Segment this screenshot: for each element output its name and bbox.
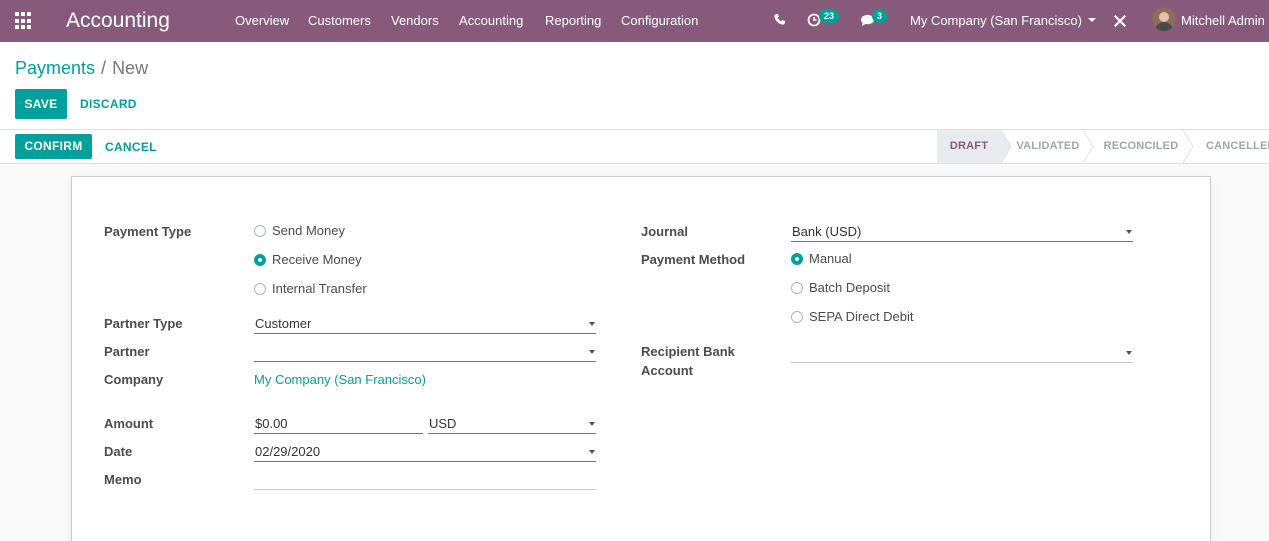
chevron-down-icon	[1126, 230, 1132, 234]
menu-vendors[interactable]: Vendors	[391, 13, 439, 29]
menu-accounting[interactable]: Accounting	[459, 13, 523, 29]
payment-method-batch-radio[interactable]	[791, 282, 803, 294]
payment-method-manual-radio[interactable]	[791, 253, 803, 265]
amount-value: $0.00	[255, 416, 288, 431]
stage-cancelled[interactable]: CANCELLED	[1197, 130, 1269, 163]
journal-value: Bank (USD)	[792, 224, 862, 239]
payment-method-sepa-label[interactable]: SEPA Direct Debit	[809, 307, 914, 326]
breadcrumb: Payments / New	[15, 57, 148, 79]
partner-type-value: Customer	[255, 316, 312, 331]
partner-type-label: Partner Type	[104, 316, 183, 331]
breadcrumb-payments[interactable]: Payments	[15, 58, 95, 78]
confirm-button[interactable]: CONFIRM	[15, 134, 92, 159]
journal-label: Journal	[641, 224, 688, 239]
chevron-down-icon	[589, 450, 595, 454]
menu-customers[interactable]: Customers	[308, 13, 371, 29]
save-button[interactable]: SAVE	[15, 89, 67, 119]
payment-method-manual-label[interactable]: Manual	[809, 249, 852, 268]
date-value: 02/29/2020	[255, 444, 321, 459]
currency-value: USD	[429, 416, 457, 431]
chevron-down-icon	[1087, 18, 1096, 22]
currency-select[interactable]: USD	[428, 414, 596, 434]
payment-type-internal-label[interactable]: Internal Transfer	[272, 279, 367, 298]
amount-input[interactable]: $0.00	[254, 414, 423, 434]
payment-method-sepa-radio[interactable]	[791, 311, 803, 323]
avatar[interactable]	[1152, 7, 1176, 31]
control-panel: Payments / New SAVE DISCARD	[0, 42, 1269, 130]
amount-label: Amount	[104, 416, 154, 431]
journal-select[interactable]: Bank (USD)	[791, 222, 1133, 242]
stage-chevron	[1001, 130, 1012, 163]
discard-button[interactable]: DISCARD	[80, 89, 137, 119]
stage-chevron	[1083, 130, 1094, 163]
stage-chevron	[1183, 130, 1194, 163]
company-label: Company	[104, 372, 164, 387]
payment-type-receive-label[interactable]: Receive Money	[272, 250, 362, 269]
payment-type-internal-radio[interactable]	[254, 283, 266, 295]
payment-type-receive-radio[interactable]	[254, 254, 266, 266]
chevron-down-icon	[589, 422, 595, 426]
stage-validated[interactable]: VALIDATED	[1013, 130, 1083, 163]
chevron-down-icon	[589, 322, 595, 326]
statusbar: CONFIRM CANCEL DRAFT VALIDATED RECONCILE…	[0, 130, 1269, 164]
app-brand[interactable]: Accounting	[66, 8, 170, 34]
apps-menu-icon[interactable]	[15, 12, 33, 30]
payment-type-send-label[interactable]: Send Money	[272, 221, 345, 240]
payment-type-send-radio[interactable]	[254, 225, 266, 237]
activity-count-badge: 23	[819, 9, 840, 23]
company-switcher[interactable]: My Company (San Francisco)	[910, 13, 1096, 29]
debug-tools-icon[interactable]	[1113, 14, 1127, 28]
memo-input[interactable]	[254, 470, 596, 490]
form-sheet: Payment Type Send Money Receive Money In…	[71, 176, 1211, 541]
chevron-down-icon	[1126, 351, 1132, 355]
recipient-bank-label: Recipient Bank	[641, 344, 735, 359]
chevron-down-icon	[589, 350, 595, 354]
recipient-bank-select[interactable]	[791, 343, 1133, 363]
company-switcher-label: My Company (San Francisco)	[910, 13, 1082, 28]
date-label: Date	[104, 444, 133, 459]
cancel-button[interactable]: CANCEL	[105, 132, 157, 162]
date-input[interactable]: 02/29/2020	[254, 442, 596, 462]
menu-reporting[interactable]: Reporting	[545, 13, 601, 29]
breadcrumb-current: New	[112, 58, 149, 78]
payment-method-label: Payment Method	[641, 252, 746, 267]
messages-count-badge: 3	[872, 9, 888, 23]
menu-configuration[interactable]: Configuration	[621, 13, 698, 29]
stage-reconciled[interactable]: RECONCILED	[1095, 130, 1187, 163]
menu-overview[interactable]: Overview	[235, 13, 289, 29]
phone-icon[interactable]	[773, 13, 786, 26]
payment-type-label: Payment Type	[104, 224, 192, 239]
stage-draft[interactable]: DRAFT	[937, 130, 1001, 163]
user-menu[interactable]: Mitchell Admin	[1181, 13, 1265, 29]
breadcrumb-separator: /	[101, 58, 107, 78]
payment-method-batch-label[interactable]: Batch Deposit	[809, 278, 890, 297]
top-navbar: Accounting Overview Customers Vendors Ac…	[0, 0, 1269, 42]
partner-type-select[interactable]: Customer	[254, 314, 596, 334]
partner-label: Partner	[104, 344, 150, 359]
recipient-bank-label-line2: Account	[641, 363, 693, 378]
partner-select[interactable]	[254, 342, 596, 362]
company-link[interactable]: My Company (San Francisco)	[254, 370, 426, 389]
memo-label: Memo	[104, 472, 142, 487]
